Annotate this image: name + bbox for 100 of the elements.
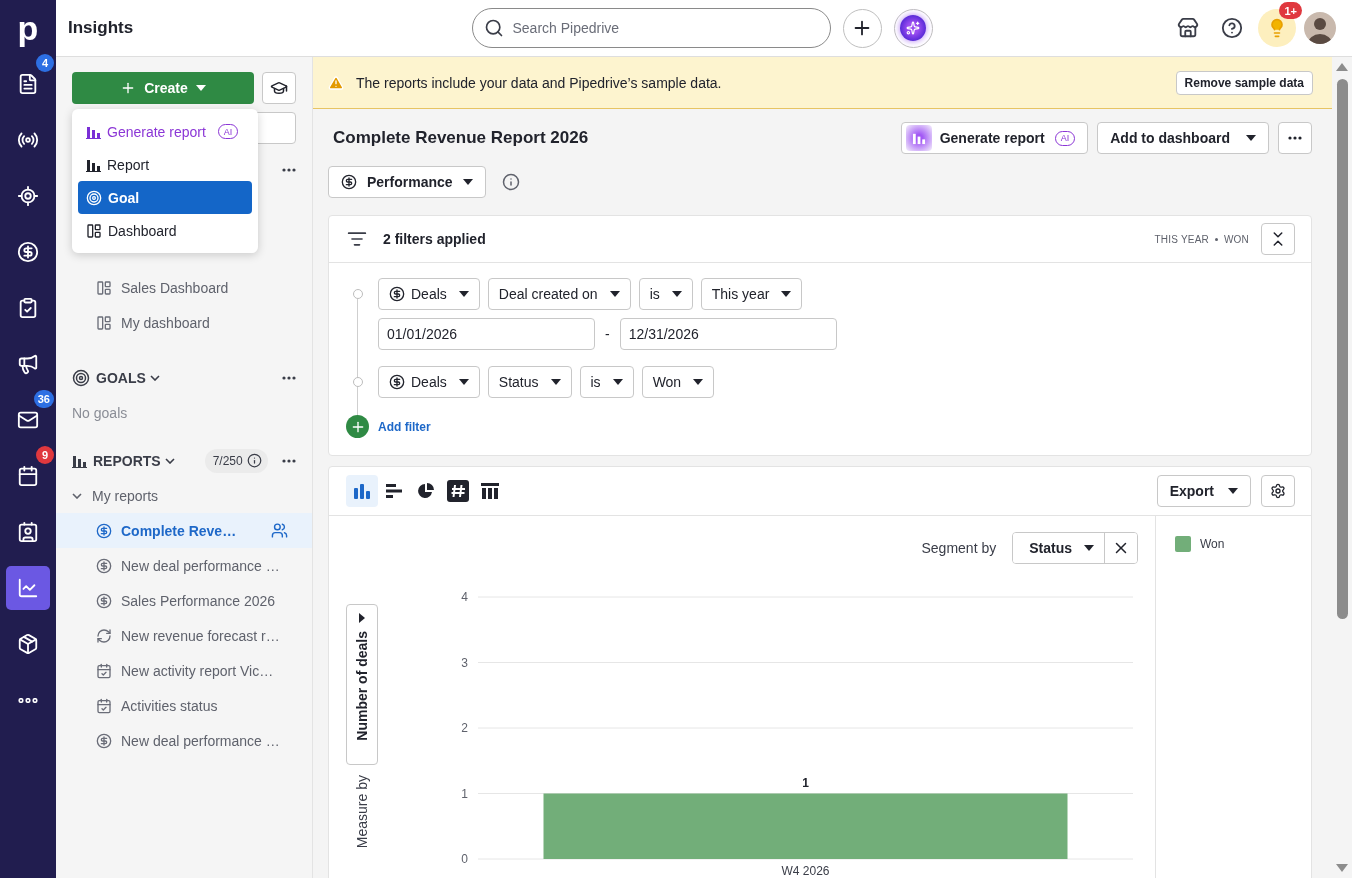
count-badge: 9 [36, 446, 54, 464]
sidebar-list-entry[interactable]: New revenue forecast r… [56, 618, 312, 653]
data-label: 1 [802, 775, 809, 790]
add-filter-link[interactable]: Add filter [329, 415, 1311, 438]
remove-sample-button[interactable]: Remove sample data [1175, 70, 1313, 95]
count-badge: 36 [33, 390, 54, 408]
goals-header[interactable]: GOALS [96, 369, 160, 386]
logo[interactable]: p [17, 0, 39, 56]
caret-icon [609, 291, 620, 297]
sidebar-list-entry[interactable]: Complete Reve… [56, 513, 312, 548]
filter-select[interactable]: Deals [378, 366, 480, 398]
view-select[interactable]: Performance [328, 166, 486, 198]
learn-button[interactable] [262, 72, 296, 104]
contact-card-icon [17, 521, 39, 543]
info-icon [246, 453, 262, 468]
menu-item[interactable]: Report [78, 148, 252, 181]
count-badge: 4 [36, 54, 54, 72]
add-to-dashboard-button[interactable]: Add to dashboard [1097, 122, 1269, 154]
date-field[interactable]: 12/31/2026 [619, 318, 837, 350]
segment-label: Segment by [921, 540, 997, 556]
scroll-thumb[interactable] [1336, 79, 1348, 619]
menu-item[interactable]: Generate report AI [78, 115, 252, 148]
axis-tick: 4 [461, 590, 468, 604]
axis-tick: 3 [461, 655, 468, 670]
settings-button[interactable] [1261, 475, 1295, 507]
search-icon [483, 18, 504, 38]
axis-tick: 0 [461, 852, 468, 866]
chevron-icon [149, 374, 160, 381]
caret-icon [693, 379, 704, 385]
filter-select[interactable]: is [579, 366, 634, 398]
caret-icon [781, 291, 792, 297]
menu-item[interactable]: Goal [78, 181, 252, 214]
bar-chart-icon [905, 125, 932, 151]
search-field[interactable]: Search Pipedrive [471, 8, 831, 48]
target-icon [86, 189, 102, 206]
more-button[interactable] [282, 375, 296, 380]
empty-text: No goals [72, 404, 129, 423]
dollar-icon [96, 557, 112, 574]
caret-icon [612, 379, 623, 385]
caret-icon [671, 291, 682, 297]
add-button[interactable] [842, 8, 882, 48]
ai-button[interactable] [893, 8, 933, 48]
scrollbar[interactable] [1332, 57, 1352, 878]
more-icon [282, 458, 296, 463]
filter-icon [347, 229, 367, 249]
sidebar-list-entry[interactable]: Sales Performance 2026 [56, 583, 312, 618]
sidebar-list-entry[interactable]: Activities status [56, 688, 312, 723]
filter-select[interactable]: Won [641, 366, 715, 398]
measure-label: Measure by [354, 775, 370, 849]
sidebar-list-entry[interactable]: Sales Dashboard [56, 270, 312, 305]
sidebar-list-entry[interactable]: New activity report Vic… [56, 653, 312, 688]
axis-label: W4 2026 [781, 864, 830, 878]
caret-icon [359, 613, 365, 623]
filter-select[interactable]: Deals [378, 278, 480, 310]
dollar-icon [17, 241, 39, 263]
generate-report-button[interactable]: Generate report AI [900, 122, 1089, 154]
notification-badge: 1+ [1279, 2, 1302, 19]
collapse-button[interactable] [1261, 223, 1295, 255]
filter-select[interactable]: is [638, 278, 693, 310]
caret-icon [1246, 135, 1256, 141]
export-button[interactable]: Export [1156, 475, 1251, 507]
store-icon [1177, 17, 1199, 39]
filter-select[interactable]: This year [700, 278, 803, 310]
caret-icon [1228, 488, 1238, 494]
sidebar-list-entry[interactable]: New deal performance … [56, 548, 312, 583]
target-icon [72, 368, 90, 387]
dashboard-icon [96, 279, 112, 296]
dollar-icon [96, 592, 112, 609]
reports-header[interactable]: REPORTS [93, 452, 175, 469]
dollar-icon [341, 174, 357, 190]
filter-summary: 2 filters applied [383, 231, 487, 247]
measure-select[interactable]: Number of deals [346, 604, 378, 765]
caret-icon [462, 179, 473, 185]
filter-select[interactable]: Deal created on [487, 278, 631, 310]
info-icon[interactable] [501, 173, 520, 191]
more-icon [282, 168, 296, 172]
clipboard-icon [17, 297, 39, 319]
axis-tick: 2 [461, 721, 468, 735]
range-dash: - [604, 326, 611, 342]
folder-item[interactable]: My reports [72, 478, 296, 513]
mail-icon [17, 409, 39, 431]
pie-chart-icon [417, 482, 435, 500]
filter-tag: WON [1223, 233, 1249, 245]
box-icon [17, 633, 39, 655]
column-chart-icon [353, 483, 371, 499]
more-button[interactable] [282, 168, 296, 172]
filter-select[interactable]: Status [487, 366, 572, 398]
sidebar-list-entry[interactable]: My dashboard [56, 305, 312, 340]
dashboard-icon [86, 222, 102, 239]
avatar[interactable] [1304, 12, 1336, 44]
create-button[interactable]: Create [72, 72, 254, 104]
dollar-icon [389, 374, 405, 390]
date-field[interactable]: 01/01/2026 [378, 318, 595, 350]
menu-item[interactable]: Dashboard [78, 214, 252, 247]
page-title: Insights [68, 18, 135, 38]
sidebar-list-entry[interactable]: New deal performance … [56, 723, 312, 758]
more-button[interactable] [282, 458, 296, 463]
chevron-icon [164, 457, 175, 464]
tips-button[interactable] [1258, 9, 1296, 47]
hash-icon [447, 480, 469, 502]
